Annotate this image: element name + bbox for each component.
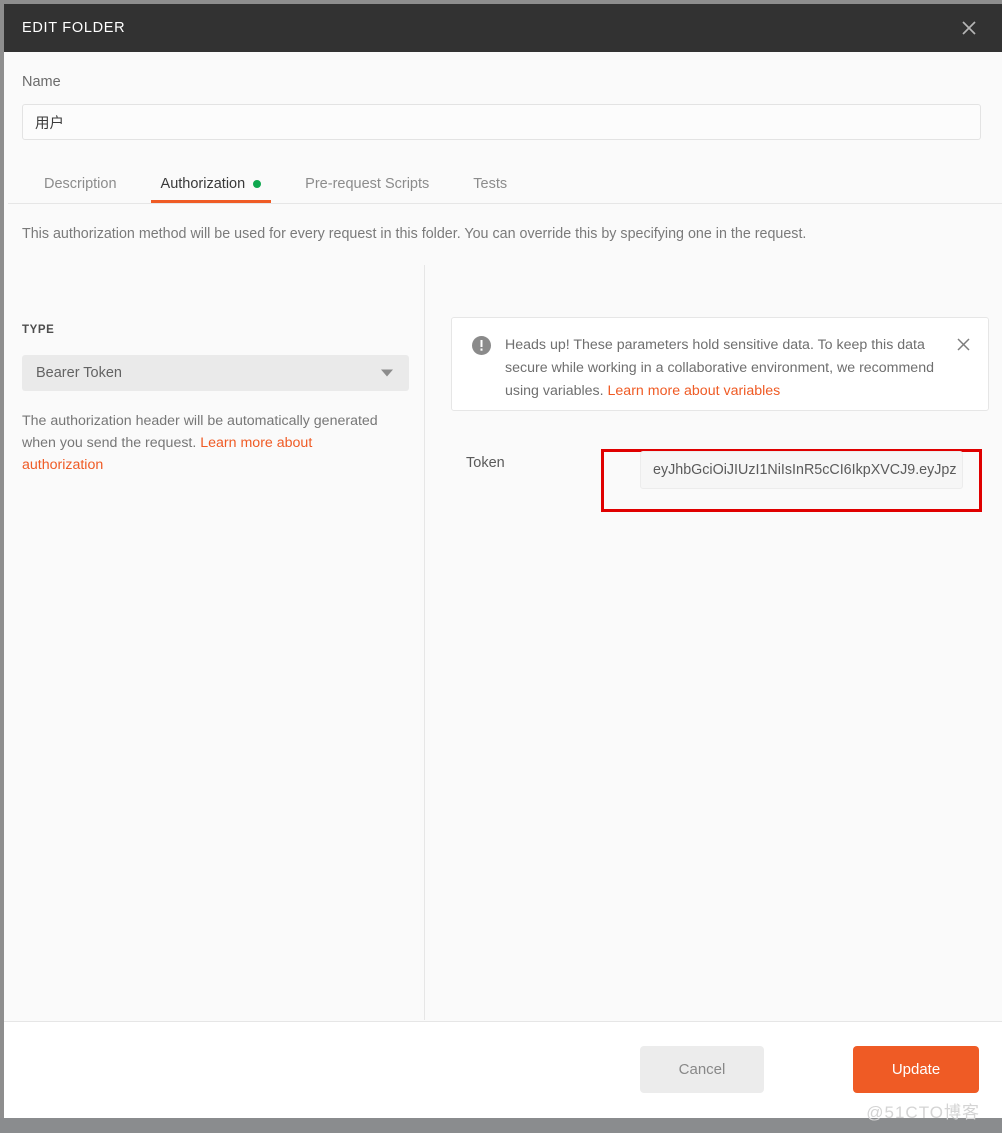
name-label: Name [22,74,61,90]
update-button[interactable]: Update [853,1046,979,1093]
edit-folder-modal: EDIT FOLDER Name Description Authorizati… [0,0,1002,1133]
type-label: TYPE [22,324,55,336]
close-icon[interactable] [956,15,982,41]
tab-authorization-label: Authorization [160,175,246,192]
token-label: Token [466,455,505,471]
token-input[interactable]: eyJhbGciOiJIUzI1NiIsInR5cCI6IkpXVCJ9.eyJ… [640,451,963,489]
sensitive-data-warning-banner: Heads up! These parameters hold sensitiv… [451,317,989,411]
auth-type-selected-value: Bearer Token [36,365,122,381]
folder-name-input[interactable] [22,104,981,140]
cancel-button[interactable]: Cancel [640,1046,764,1093]
authorization-params-panel: Heads up! These parameters hold sensitiv… [426,265,1002,1020]
tab-bar-divider [8,203,1002,204]
tab-pre-request-scripts[interactable]: Pre-request Scripts [283,164,451,203]
tab-tests[interactable]: Tests [451,164,529,203]
learn-more-variables-link[interactable]: Learn more about variables [608,383,781,399]
tab-bar: Description Authorization Pre-request Sc… [22,164,981,203]
sensitive-data-warning-text: Heads up! These parameters hold sensitiv… [505,334,943,403]
modal-footer: Cancel Update [4,1021,1002,1118]
chevron-down-icon [381,369,393,377]
tab-description[interactable]: Description [22,164,139,203]
auth-type-select[interactable]: Bearer Token [22,355,409,391]
modal-header: EDIT FOLDER [4,4,1002,52]
tab-description-label: Description [44,175,117,192]
modal-title: EDIT FOLDER [22,20,126,36]
watermark: @51CTO博客 [866,1103,980,1122]
auth-type-description: The authorization header will be automat… [22,410,392,476]
authorization-status-dot-icon [253,179,262,188]
tab-authorization[interactable]: Authorization [139,164,284,203]
authorization-type-panel: TYPE Bearer Token The authorization head… [4,265,425,1020]
tab-pre-request-scripts-label: Pre-request Scripts [305,175,430,192]
exclamation-circle-icon [472,336,491,355]
modal-body: Name Description Authorization Pre-reque… [4,52,1002,1021]
authorization-content: TYPE Bearer Token The authorization head… [4,265,1002,1020]
authorization-helper-text: This authorization method will be used f… [22,226,807,242]
tab-tests-label: Tests [473,175,508,192]
warning-close-icon[interactable] [954,335,972,353]
browser-chrome-bottom-strip [0,1118,1002,1133]
